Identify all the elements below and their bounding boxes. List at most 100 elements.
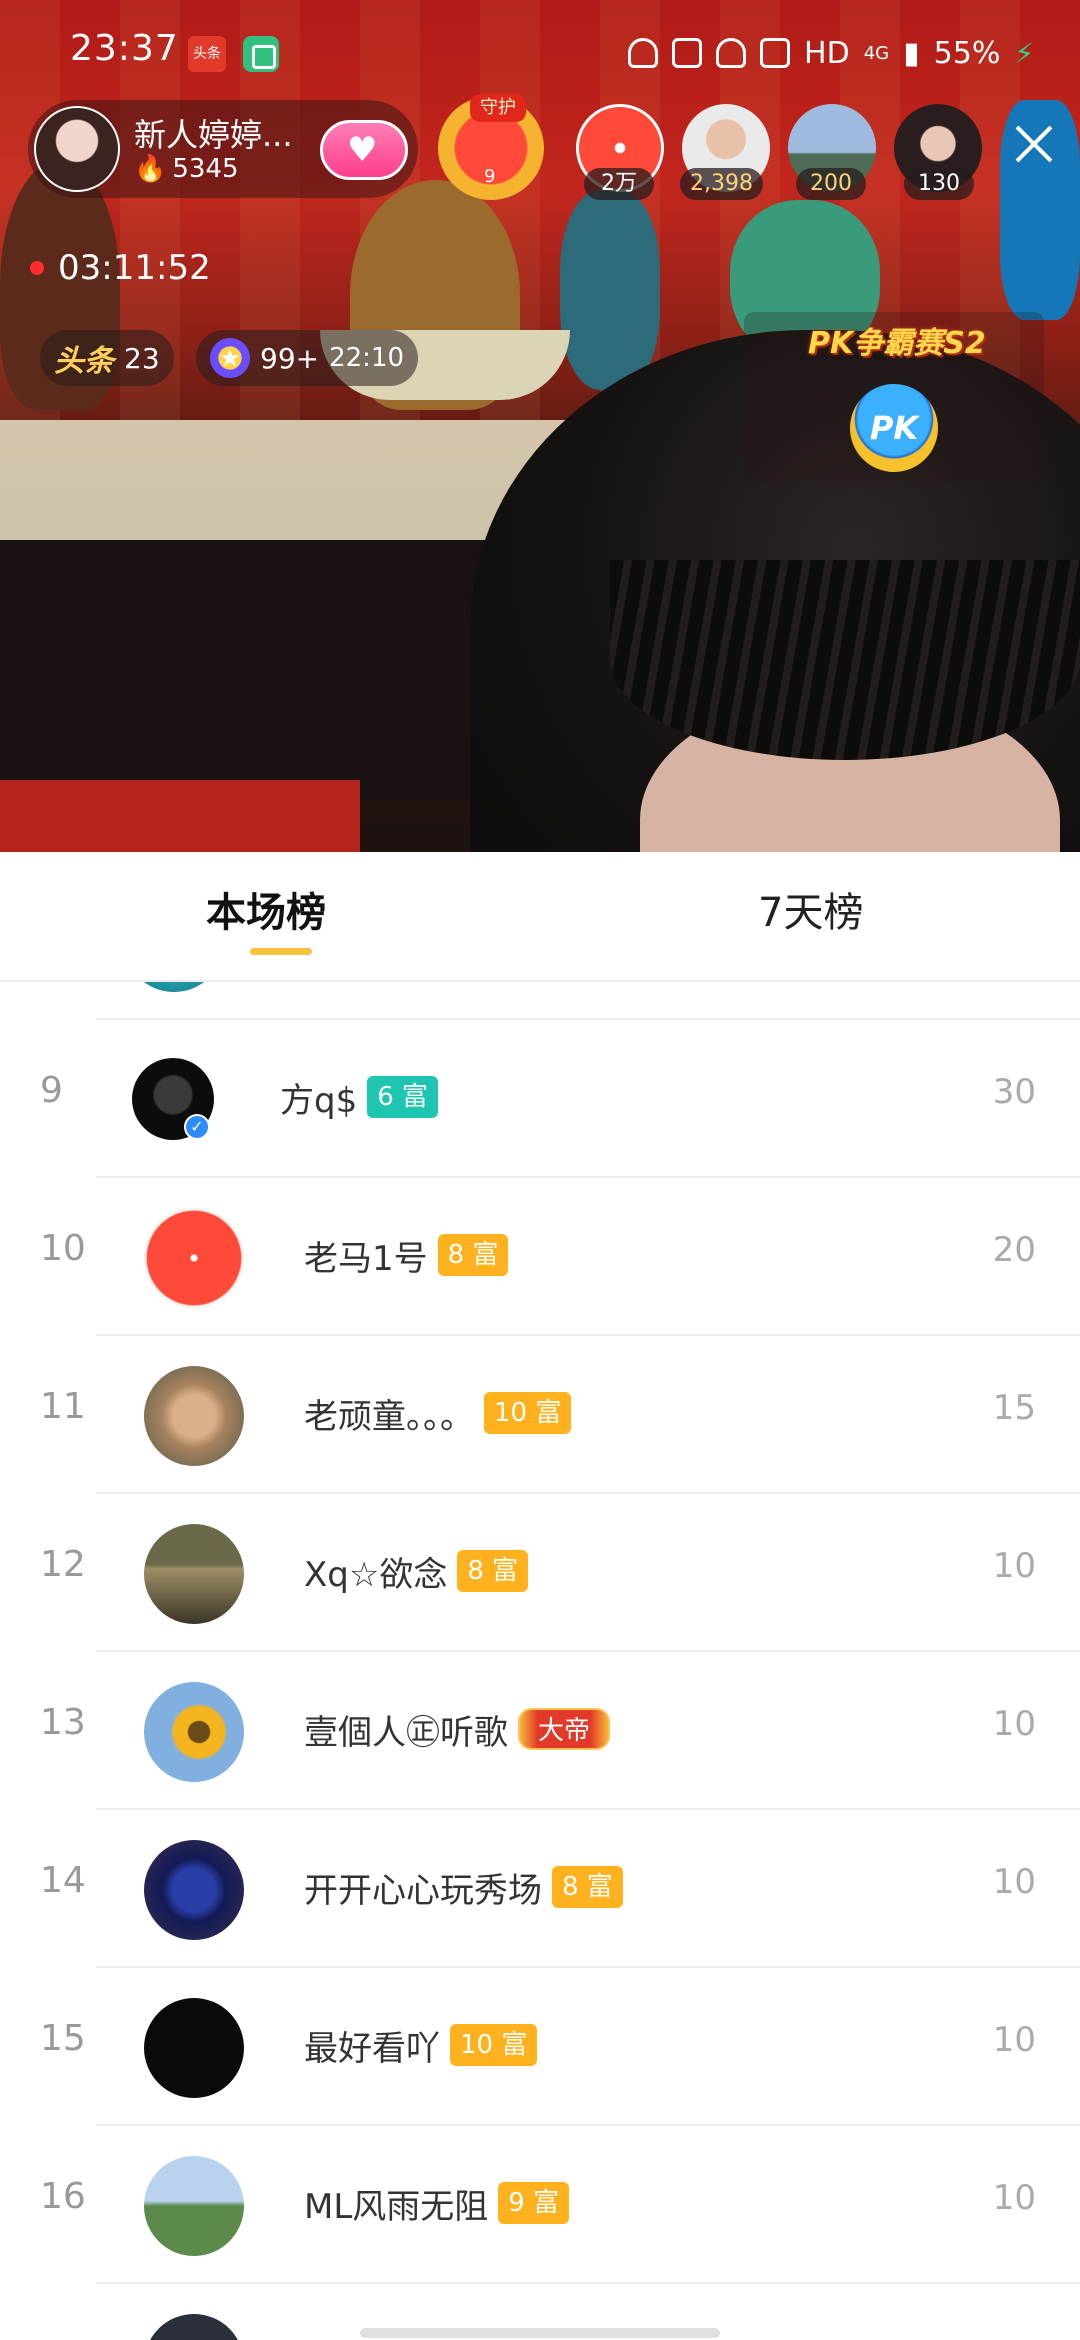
ranking-tabs: 本场榜 7天榜 xyxy=(0,852,1080,982)
flame-icon: 🔥 xyxy=(134,154,167,184)
user-name: Xq☆欲念 xyxy=(304,1554,448,1595)
user-name: 最好看吖 xyxy=(304,2028,440,2069)
live-timer-text: 03:11:52 xyxy=(58,248,211,288)
audience-count-3: 200 xyxy=(796,168,866,200)
user-name: 开开心心玩秀场 xyxy=(304,1870,542,1911)
rank-number: 11 xyxy=(40,1386,86,1427)
user-name: 壹個人㊣听歌 xyxy=(304,1712,508,1753)
hd-label: HD xyxy=(804,35,850,71)
rank-number: 14 xyxy=(40,1860,86,1901)
user-avatar[interactable] xyxy=(144,1682,244,1782)
contribution-score: 10 xyxy=(992,1704,1036,1744)
heart-icon: ♥ xyxy=(347,130,378,170)
host-fans-count: 5345 xyxy=(172,154,239,184)
ranking-row[interactable]: 10 老马1号 8 富 20 xyxy=(0,1178,1080,1336)
user-name: 老顽童。。。 xyxy=(304,1396,474,1437)
follow-button[interactable]: ♥ xyxy=(320,120,408,180)
status-icons: HD 4G ▮ 55% ⚡ xyxy=(628,30,1034,76)
ranking-row[interactable]: 13 壹個人㊣听歌 大帝 10 xyxy=(0,1652,1080,1810)
user-name-group: 老顽童。。。 10 富 xyxy=(304,1388,572,1438)
signal-icon: ▮ xyxy=(903,35,920,71)
user-avatar[interactable] xyxy=(144,1524,244,1624)
wealth-badge: 9 富 xyxy=(498,2182,570,2224)
ranking-list[interactable]: 9 ✓ 方q$ 6 富 30 10 老马1号 8 富 20 11 老顽童。。。 … xyxy=(0,982,1080,2340)
star-pill[interactable]: ★ 99+ 22:10 xyxy=(196,330,419,386)
ranking-row[interactable]: 16 ML风雨无阻 9 富 10 xyxy=(0,2126,1080,2284)
toutiao-logo-icon: 头条 xyxy=(54,344,114,379)
user-name-group: 壹個人㊣听歌 大帝 xyxy=(304,1704,611,1754)
tab-current-session[interactable]: 本场榜 xyxy=(206,880,326,938)
user-avatar[interactable] xyxy=(144,1208,244,1308)
network-type: 4G xyxy=(863,42,890,64)
wealth-badge: 10 富 xyxy=(484,1392,572,1434)
tab-seven-days[interactable]: 7天榜 xyxy=(758,880,863,938)
status-bar: 23:37 头条 HD 4G ▮ 55% ⚡ xyxy=(0,0,1080,104)
notification-app-icon xyxy=(243,36,279,72)
emperor-badge: 大帝 xyxy=(518,1708,611,1750)
user-name-group: Xq☆欲念 8 富 xyxy=(304,1546,529,1596)
toutiao-app-icon: 头条 xyxy=(188,36,226,72)
battery-percent: 55% xyxy=(933,35,1001,71)
user-avatar[interactable] xyxy=(144,2314,244,2340)
close-icon[interactable] xyxy=(1012,122,1056,166)
star-count: 99+ xyxy=(260,341,320,375)
user-name-group: 开开心心玩秀场 8 富 xyxy=(304,1862,623,1912)
user-name: 老马1号 xyxy=(304,1238,428,1279)
ranking-row[interactable]: 15 最好看吖 10 富 10 xyxy=(0,1968,1080,2126)
home-indicator[interactable] xyxy=(360,2328,720,2338)
contribution-score: 15 xyxy=(992,1388,1036,1428)
audience-count-4: 130 xyxy=(904,168,974,200)
pk-button[interactable]: PK xyxy=(850,384,938,472)
pk-title: PK争霸赛S2 xyxy=(808,326,986,361)
charging-icon: ⚡ xyxy=(1014,36,1034,70)
wealth-badge: 6 富 xyxy=(367,1076,439,1118)
host-popularity: 🔥 5345 xyxy=(134,154,239,184)
toutiao-rank: 23 xyxy=(124,341,160,375)
audience-count-1: 2万 xyxy=(584,168,654,200)
user-avatar[interactable] xyxy=(144,1840,244,1940)
ranking-row[interactable]: 11 老顽童。。。 10 富 15 xyxy=(0,1336,1080,1494)
contribution-score: 20 xyxy=(992,1230,1036,1270)
ranking-row[interactable]: 9 ✓ 方q$ 6 富 30 xyxy=(0,1020,1080,1178)
user-avatar[interactable] xyxy=(124,982,224,992)
contribution-score: 30 xyxy=(992,1072,1036,1112)
user-name-group: 最好看吖 10 富 xyxy=(304,2020,538,2070)
toutiao-rank-pill[interactable]: 头条 23 xyxy=(40,330,174,386)
headphones-icon xyxy=(628,38,659,68)
guard-level: 9 xyxy=(484,166,496,187)
rank-number: 9 xyxy=(40,1070,63,1111)
host-name: 新人婷婷... xyxy=(134,116,293,154)
user-avatar[interactable] xyxy=(144,2156,244,2256)
user-name: 方q$ xyxy=(280,1080,358,1121)
user-avatar[interactable] xyxy=(144,1998,244,2098)
verified-icon: ✓ xyxy=(184,1114,210,1140)
guard-tag: 守护 xyxy=(470,94,526,122)
star-time: 22:10 xyxy=(329,343,405,373)
ranking-row[interactable]: 14 开开心心玩秀场 8 富 10 xyxy=(0,1810,1080,1968)
ranking-sheet: 本场榜 7天榜 9 ✓ 方q$ 6 富 30 10 老马1号 8 富 20 11… xyxy=(0,852,1080,2340)
contribution-score: 10 xyxy=(992,2178,1036,2218)
rank-number: 15 xyxy=(40,2018,86,2059)
active-tab-indicator xyxy=(250,948,312,955)
contribution-score: 10 xyxy=(992,1862,1036,1902)
rank-number: 10 xyxy=(40,1228,86,1269)
red-cloth xyxy=(0,780,360,852)
ranking-row-partial[interactable] xyxy=(0,982,1080,1020)
vibrate-icon xyxy=(672,38,703,68)
rank-number: 16 xyxy=(40,2176,86,2217)
camera-icon xyxy=(760,38,791,68)
host-avatar[interactable] xyxy=(34,106,120,192)
wealth-badge: 8 富 xyxy=(437,1234,509,1276)
user-avatar[interactable] xyxy=(144,1366,244,1466)
audience-count-2: 2,398 xyxy=(680,168,763,200)
live-dot-icon xyxy=(30,261,44,275)
status-time: 23:37 xyxy=(70,28,179,69)
wealth-badge: 10 富 xyxy=(450,2024,538,2066)
star-icon: ★ xyxy=(210,338,250,378)
ranking-row[interactable]: 12 Xq☆欲念 8 富 10 xyxy=(0,1494,1080,1652)
user-name: ML风雨无阻 xyxy=(304,2186,489,2227)
rank-number: 13 xyxy=(40,1702,86,1743)
user-name-group: 方q$ 6 富 xyxy=(280,1072,439,1122)
rank-number: 12 xyxy=(40,1544,86,1585)
streamer-fringe xyxy=(610,560,1080,760)
